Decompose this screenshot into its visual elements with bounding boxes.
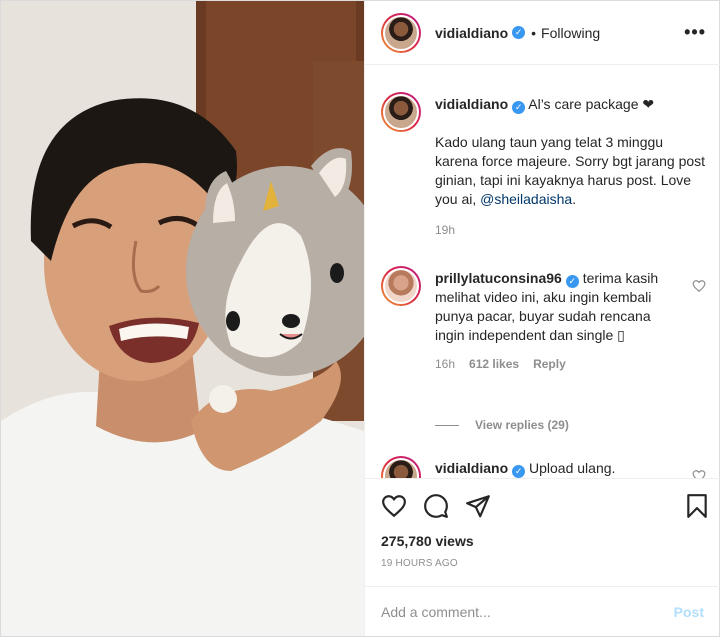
comment-like-heart-icon[interactable] (692, 469, 706, 478)
post-media[interactable] (1, 1, 364, 636)
author-avatar[interactable] (381, 12, 421, 53)
caption-title: Al’s care package ❤ (528, 96, 655, 112)
bookmark-icon[interactable] (684, 493, 710, 519)
instagram-post-frame: vidialdiano ✓ • Following ••• vidialdian… (0, 0, 720, 637)
reply-button[interactable]: Reply (533, 357, 566, 371)
comment-input[interactable] (381, 603, 674, 620)
view-replies-label: View replies (29) (475, 418, 569, 432)
verified-badge-icon: ✓ (565, 275, 579, 288)
post-comment-button[interactable]: Post (674, 604, 704, 620)
view-count[interactable]: 275,780 views (381, 533, 704, 549)
comment-like-heart-icon[interactable] (692, 279, 706, 293)
mention-link[interactable]: @sheiladaisha (480, 191, 572, 207)
caption-avatar[interactable] (381, 92, 421, 132)
comment-icon[interactable] (423, 493, 449, 519)
view-replies-button[interactable]: View replies (29) (435, 418, 569, 432)
comments-list[interactable]: vidialdiano ✓ Al’s care package ❤ Kado ul… (365, 66, 720, 478)
verified-badge-icon: ✓ (512, 465, 526, 478)
author-username[interactable]: vidialdiano (435, 25, 508, 41)
action-icons (381, 493, 707, 519)
comment-likes[interactable]: 612 likes (469, 357, 519, 371)
post-actions: 275,780 views 19 HOURS AGO (365, 478, 720, 588)
posted-time[interactable]: 19 HOURS AGO (381, 558, 704, 569)
comment-item: vidialdiano ✓ Upload ulang. (381, 456, 706, 478)
caption-username[interactable]: vidialdiano (435, 96, 508, 112)
comment-composer: Post (365, 586, 720, 636)
caption-meta: 19h (435, 223, 706, 237)
more-options-icon[interactable]: ••• (684, 23, 706, 41)
video-frame-illustration (1, 1, 364, 636)
post-header: vidialdiano ✓ • Following ••• (365, 1, 720, 65)
commenter-avatar[interactable] (381, 266, 421, 306)
comment-item: prillylatuconsina96 ✓ terima kasih meliha… (381, 266, 706, 371)
comment-meta: 16h 612 likes Reply (435, 357, 706, 371)
caption-block: vidialdiano ✓ Al’s care package ❤ Kado ul… (381, 92, 706, 237)
caption-time[interactable]: 19h (435, 223, 455, 237)
verified-badge-icon: ✓ (512, 26, 526, 39)
view-replies-line (435, 424, 459, 426)
caption-end: . (572, 191, 577, 207)
heart-icon[interactable] (381, 493, 407, 519)
verified-badge-icon: ✓ (512, 101, 526, 114)
commenter-username[interactable]: prillylatuconsina96 (435, 270, 562, 286)
comment-time[interactable]: 16h (435, 357, 455, 371)
commenter-username[interactable]: vidialdiano (435, 460, 508, 476)
share-icon[interactable] (465, 493, 491, 519)
separator-dot: • (531, 24, 537, 41)
comment-text: Upload ulang. (529, 460, 616, 476)
commenter-avatar[interactable] (381, 456, 421, 478)
post-side-panel: vidialdiano ✓ • Following ••• vidialdian… (364, 1, 720, 636)
following-button[interactable]: Following (541, 25, 600, 41)
